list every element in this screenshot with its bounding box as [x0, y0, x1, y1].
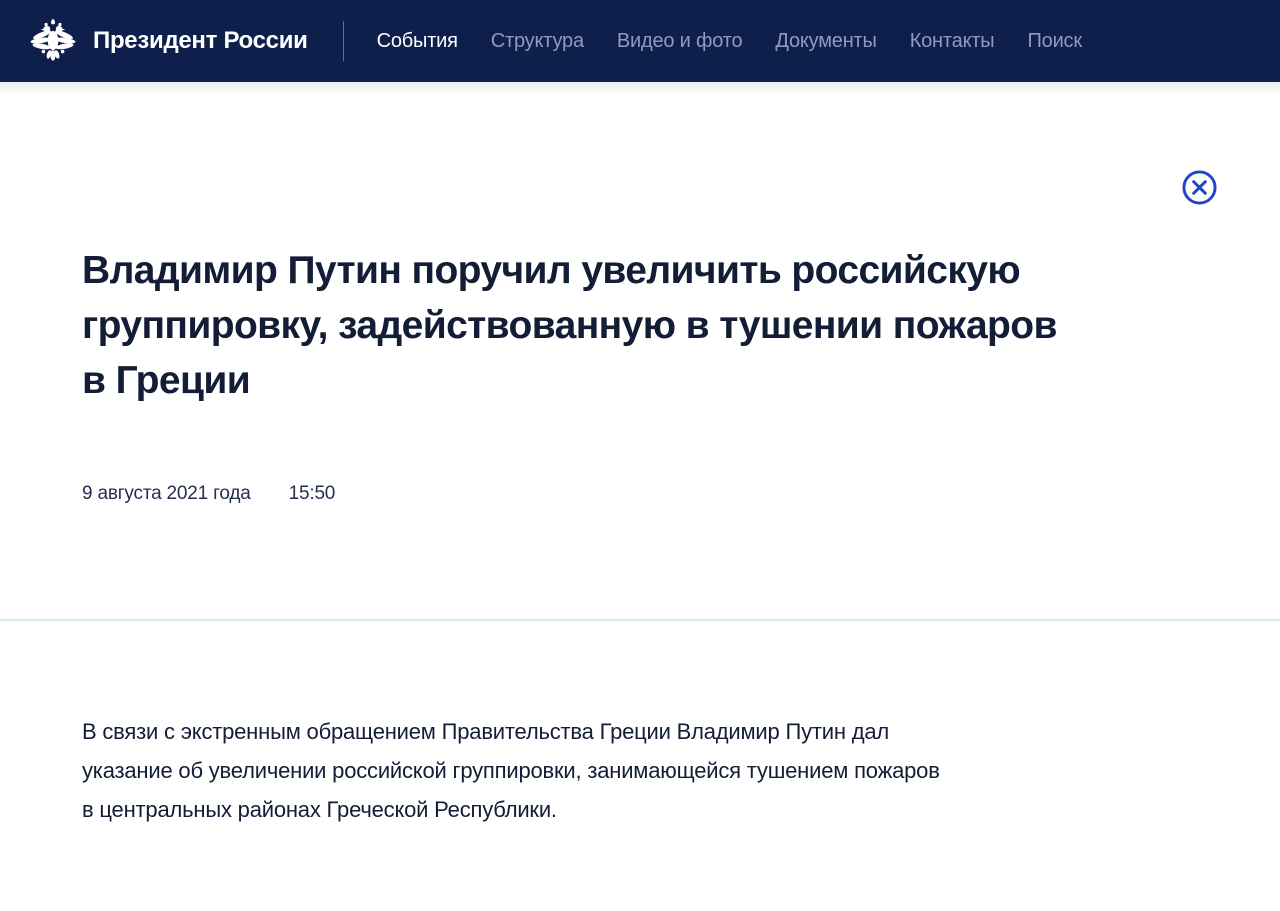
article-time: 15:50 — [288, 483, 336, 504]
close-icon — [1181, 169, 1218, 206]
nav-item-structure[interactable]: Структура — [491, 30, 584, 53]
article-title: Владимир Путин поручил увеличить российс… — [82, 249, 1057, 402]
close-button[interactable] — [1181, 169, 1218, 206]
navbar-divider — [342, 21, 344, 61]
site-title[interactable]: Президент России — [93, 27, 308, 55]
article-meta: 9 августа 2021 года 15:50 — [82, 483, 335, 505]
nav-item-search[interactable]: Поиск — [1027, 30, 1082, 53]
main-nav: События Структура Видео и фото Документы… — [377, 30, 1082, 53]
article-body: В связи с экстренным обращением Правител… — [82, 719, 940, 822]
nav-item-video-photo[interactable]: Видео и фото — [617, 30, 743, 53]
nav-item-events[interactable]: События — [377, 30, 458, 53]
top-navbar: Президент России События Структура Видео… — [0, 0, 1280, 82]
russia-coat-of-arms-icon — [30, 17, 76, 65]
section-divider — [0, 619, 1280, 621]
brand-home-link[interactable]: Президент России — [30, 17, 308, 65]
navbar-shadow — [0, 82, 1280, 95]
nav-item-documents[interactable]: Документы — [775, 30, 876, 53]
article-date: 9 августа 2021 года — [82, 483, 251, 504]
nav-item-contacts[interactable]: Контакты — [910, 30, 995, 53]
